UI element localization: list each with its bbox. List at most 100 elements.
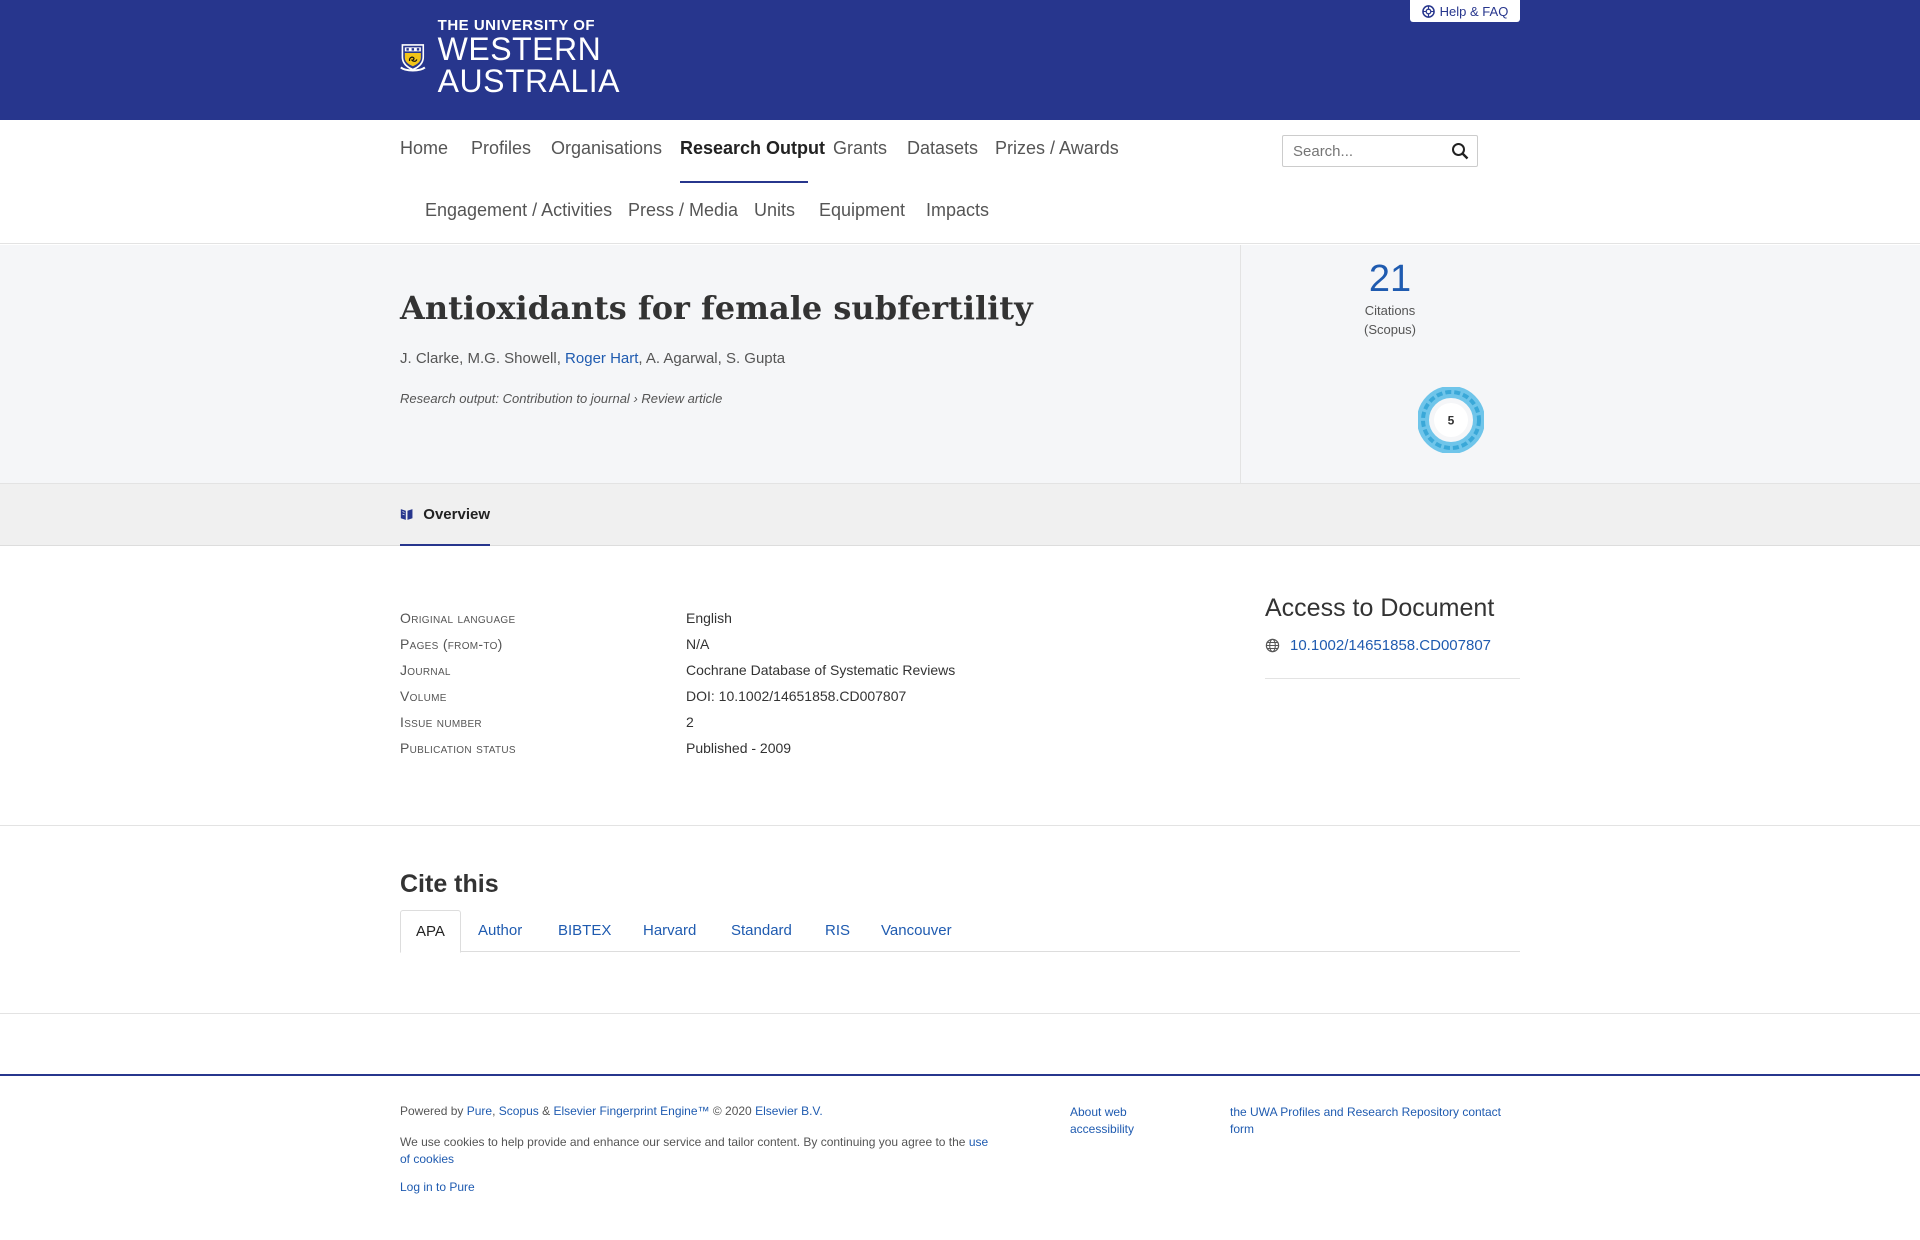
nav-item-organisations[interactable]: Organisations — [551, 138, 662, 159]
output-header: Antioxidants for female subfertility J. … — [0, 245, 1920, 484]
citations-metric[interactable]: 21 Citations (Scopus) — [1340, 260, 1440, 340]
nav-item-press-media[interactable]: Press / Media — [628, 200, 738, 221]
authors-text-before: J. Clarke, M.G. Showell, — [400, 350, 566, 367]
details-key: Original language — [400, 610, 516, 626]
access-divider — [1265, 678, 1520, 679]
cite-tab-apa[interactable]: APA — [400, 910, 461, 953]
university-logo[interactable]: THE UNIVERSITY OF WESTERN AUSTRALIA — [400, 18, 620, 97]
page-title: Antioxidants for female subfertility — [400, 289, 1033, 327]
section-divider — [0, 825, 1920, 826]
details-value: English — [686, 610, 732, 626]
search-box — [1282, 135, 1478, 167]
details-value[interactable]: Cochrane Database of Systematic Reviews — [686, 662, 955, 678]
footer-ampersand: & — [538, 1104, 554, 1118]
details-value: 2 — [686, 714, 694, 730]
tab-overview[interactable]: Overview — [400, 484, 490, 546]
doi-link-row: 10.1002/14651858.CD007807 — [1265, 637, 1520, 654]
cookie-notice-text: We use cookies to help provide and enhan… — [400, 1135, 969, 1149]
lifebuoy-icon — [1421, 4, 1435, 18]
cite-tab-bibtex[interactable]: BIBTEX — [558, 910, 611, 952]
nav-item-datasets[interactable]: Datasets — [907, 138, 978, 159]
accessibility-row: About web accessibility — [1070, 1104, 1160, 1139]
globe-icon — [1265, 638, 1280, 653]
details-key: Pages (from-to) — [400, 636, 503, 652]
nav-item-equipment[interactable]: Equipment — [819, 200, 905, 221]
cite-tab-vancouver[interactable]: Vancouver — [881, 910, 952, 952]
details-table: Original language English Pages (from-to… — [400, 610, 1220, 766]
doi-link[interactable]: 10.1002/14651858.CD007807 — [1290, 637, 1491, 654]
nav-item-units[interactable]: Units — [754, 200, 795, 221]
main-navigation: Home Profiles Organisations Research Out… — [0, 120, 1920, 244]
logo-line-3: AUSTRALIA — [437, 62, 620, 99]
site-header: THE UNIVERSITY OF WESTERN AUSTRALIA Help… — [0, 0, 1920, 120]
citations-count: 21 — [1368, 258, 1412, 300]
logo-wordmark: THE UNIVERSITY OF WESTERN AUSTRALIA — [438, 18, 620, 97]
nav-item-research-output[interactable]: Research Output — [680, 138, 825, 159]
cite-format-tabs: APA Author BIBTEX Harvard Standard RIS V… — [400, 910, 1520, 953]
elsevier-link[interactable]: Elsevier B.V. — [755, 1104, 823, 1118]
output-type-separator: › — [629, 391, 642, 406]
contact-form-link[interactable]: the UWA Profiles and Research Repository… — [1230, 1105, 1501, 1136]
details-key: Journal — [400, 662, 451, 678]
tab-overview-label: Overview — [423, 505, 490, 523]
nav-item-grants[interactable]: Grants — [833, 138, 887, 159]
search-input[interactable] — [1283, 136, 1443, 166]
footer-comma: , — [492, 1104, 499, 1118]
altmetric-donut-icon[interactable]: 5 — [1418, 387, 1484, 453]
access-title: Access to Document — [1265, 594, 1495, 622]
author-link-roger-hart[interactable]: Roger Hart — [565, 350, 638, 367]
hero-divider — [1240, 245, 1241, 484]
nav-item-home[interactable]: Home — [400, 138, 448, 159]
search-icon[interactable] — [1451, 142, 1469, 160]
nav-item-prizes-awards[interactable]: Prizes / Awards — [995, 138, 1119, 159]
help-faq-button[interactable]: Help & FAQ — [1410, 0, 1520, 22]
copyright-text: © 2020 — [709, 1104, 756, 1118]
output-type-sub: Review article — [641, 391, 723, 406]
log-in-to-pure-link[interactable]: Log in to Pure — [400, 1180, 475, 1194]
citations-label: Citations — [1364, 303, 1416, 318]
cite-tab-standard[interactable]: Standard — [731, 910, 792, 952]
details-value: N/A — [686, 636, 710, 652]
details-row: Publication status Published - 2009 — [400, 740, 1220, 766]
details-row: Original language English — [400, 610, 1220, 636]
nav-item-engagement-activities[interactable]: Engagement / Activities — [425, 200, 612, 221]
active-nav-indicator — [680, 181, 808, 183]
cookie-notice: We use cookies to help provide and enhan… — [400, 1134, 1000, 1169]
access-to-document: Access to Document 10.1002/14651858.CD00… — [1265, 594, 1520, 679]
content-tabs: Overview — [0, 484, 1920, 546]
nav-item-profiles[interactable]: Profiles — [471, 138, 531, 159]
details-row: Issue number 2 — [400, 714, 1220, 740]
fingerprint-engine-link[interactable]: Elsevier Fingerprint Engine™ — [553, 1104, 709, 1118]
nav-item-impacts[interactable]: Impacts — [926, 200, 989, 221]
cite-tab-author[interactable]: Author — [478, 910, 522, 952]
contact-row: the UWA Profiles and Research Repository… — [1230, 1104, 1520, 1139]
book-icon — [400, 508, 413, 520]
cite-tab-harvard[interactable]: Harvard — [643, 910, 696, 952]
powered-by: Powered by Pure, Scopus & Elsevier Finge… — [400, 1104, 823, 1118]
details-value: Published - 2009 — [686, 740, 792, 756]
authors-text-after: , A. Agarwal, S. Gupta — [638, 350, 786, 367]
section-divider — [0, 1013, 1920, 1014]
cite-tab-ris[interactable]: RIS — [825, 910, 850, 952]
logo-line-2: WESTERN — [437, 30, 602, 67]
powered-by-text: Powered by — [400, 1104, 467, 1118]
details-value: DOI: 10.1002/14651858.CD007807 — [686, 688, 907, 704]
scopus-link[interactable]: Scopus — [499, 1104, 539, 1118]
pure-link[interactable]: Pure — [467, 1104, 492, 1118]
altmetric-score: 5 — [1448, 414, 1455, 428]
footer-rule — [0, 1074, 1920, 1076]
details-key: Publication status — [400, 740, 516, 756]
output-type-prefix: Research output — [400, 391, 496, 406]
help-faq-label: Help & FAQ — [1439, 3, 1509, 19]
output-type: Research output: Contribution to journal… — [400, 391, 722, 406]
citations-source: (Scopus) — [1363, 321, 1417, 337]
web-accessibility-link[interactable]: About web accessibility — [1070, 1105, 1134, 1136]
author-list: J. Clarke, M.G. Showell, Roger Hart, A. … — [400, 350, 785, 367]
cite-this-heading: Cite this — [400, 870, 499, 898]
details-row: Journal Cochrane Database of Systematic … — [400, 662, 1220, 688]
details-key: Issue number — [400, 714, 482, 730]
details-key: Volume — [400, 688, 447, 704]
crest-icon — [400, 44, 426, 72]
details-row: Volume DOI: 10.1002/14651858.CD007807 — [400, 688, 1220, 714]
login-row: Log in to Pure — [400, 1180, 475, 1194]
